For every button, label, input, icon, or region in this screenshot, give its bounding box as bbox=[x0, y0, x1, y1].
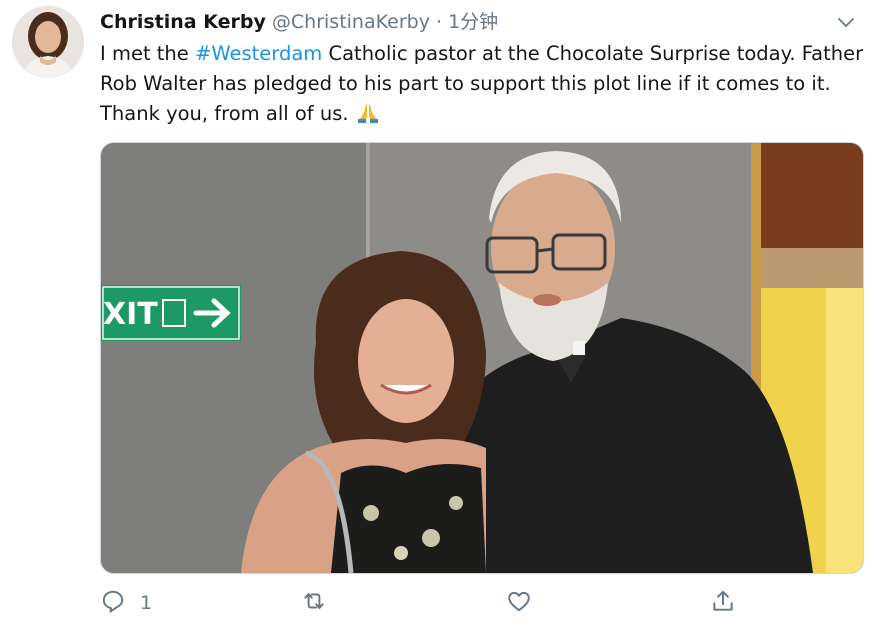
tweet-text: I met the #Westerdam Catholic pastor at … bbox=[100, 39, 870, 129]
like-icon bbox=[506, 588, 532, 618]
folded-hands-emoji bbox=[355, 101, 381, 123]
avatar[interactable] bbox=[12, 6, 84, 78]
retweet-button[interactable] bbox=[301, 588, 327, 618]
share-button[interactable] bbox=[710, 588, 736, 618]
author-handle[interactable]: @ChristinaKerby bbox=[272, 11, 430, 33]
tweet-actions: 1 bbox=[100, 588, 740, 620]
tweet-header: Christina Kerby @ChristinaKerby · 1分钟 bbox=[100, 8, 858, 38]
like-button[interactable] bbox=[506, 588, 532, 618]
reply-button[interactable]: 1 bbox=[100, 588, 152, 618]
chevron-down-icon[interactable] bbox=[834, 11, 858, 33]
header-separator: · bbox=[435, 11, 443, 33]
retweet-icon bbox=[301, 588, 327, 618]
hashtag-link[interactable]: #Westerdam bbox=[195, 42, 322, 65]
exit-sign: XIT bbox=[101, 285, 241, 341]
tweet-text-start: I met the bbox=[100, 42, 195, 65]
author-name[interactable]: Christina Kerby bbox=[100, 11, 266, 33]
share-icon bbox=[710, 588, 736, 618]
tweet-timestamp[interactable]: 1分钟 bbox=[448, 11, 498, 33]
tweet-photo[interactable]: XIT bbox=[100, 142, 864, 574]
exit-sign-text: XIT bbox=[103, 297, 158, 332]
reply-count: 1 bbox=[140, 592, 153, 614]
reply-icon bbox=[100, 588, 126, 618]
